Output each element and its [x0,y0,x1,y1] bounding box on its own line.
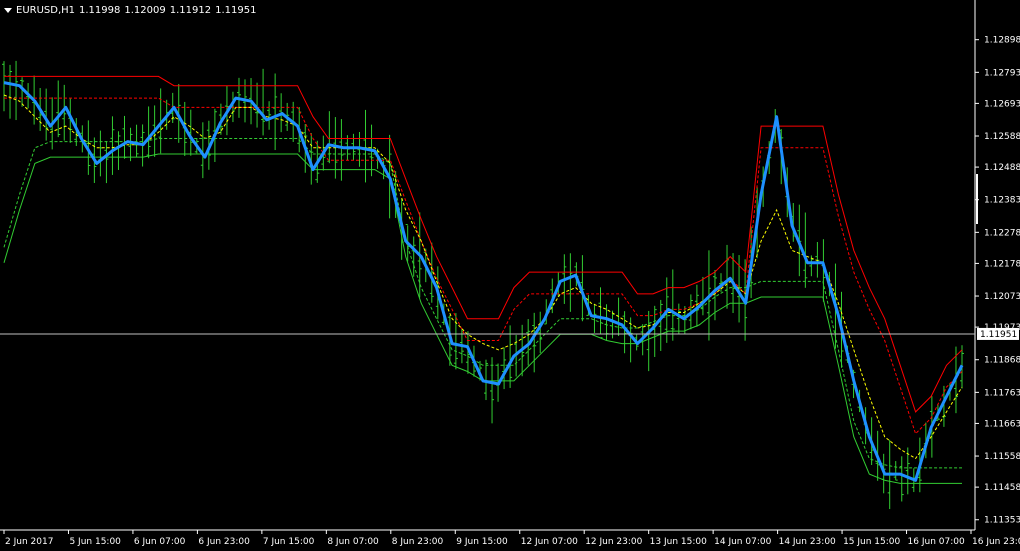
time-tick-label: 8 Jun 07:00 [327,537,379,547]
price-tick-label: 1.12693 [984,99,1020,109]
time-tick-label: 16 Jun 07:00 [908,537,965,547]
close-price: 1.11951 [215,4,257,16]
high-price: 1.12009 [124,4,166,16]
time-tick-label: 12 Jun 07:00 [521,537,578,547]
low-price: 1.11912 [169,4,212,16]
time-tick-label: 13 Jun 15:00 [650,537,707,547]
price-tick-label: 1.11458 [984,483,1020,493]
time-tick-label: 12 Jun 23:00 [585,537,642,547]
price-chart[interactable]: 1.11951 1.12898 1.12793 1.12693 1.12588 1.12… [0,0,1020,551]
price-tick-label: 1.12278 [984,228,1020,238]
open-price: 1.11998 [79,4,121,16]
price-axis-scale-handle[interactable] [976,174,978,224]
price-tick-label: 1.12383 [984,196,1020,206]
time-tick-label: 16 Jun 23:00 [972,537,1020,547]
time-tick-label: 15 Jun 15:00 [843,537,900,547]
price-tick-label: 1.11868 [984,356,1020,366]
time-tick-label: 14 Jun 07:00 [714,537,771,547]
time-tick-label: 6 Jun 07:00 [134,537,186,547]
price-tick-label: 1.12898 [984,36,1020,46]
symbol-label: EURUSD,H1 [16,4,76,16]
time-tick-label: 7 Jun 15:00 [263,537,315,547]
price-tick-label: 1.12073 [984,292,1020,302]
triangle-down-icon[interactable] [4,8,12,13]
time-tick-label: 5 Jun 15:00 [69,537,121,547]
price-tick-label: 1.11558 [984,452,1020,462]
price-tick-label: 1.12488 [984,163,1020,173]
price-tick-label: 1.12588 [984,132,1020,142]
price-tick-label: 1.11973 [984,323,1020,333]
time-tick-label: 2 Jun 2017 [5,537,53,547]
price-tick-label: 1.11663 [984,419,1020,429]
symbol-header[interactable]: EURUSD,H1 1.11998 1.12009 1.11912 1.1195… [4,3,256,17]
price-tick-label: 1.12178 [984,259,1020,269]
time-tick-label: 6 Jun 23:00 [198,537,250,547]
time-tick-label: 14 Jun 23:00 [779,537,836,547]
price-tick-label: 1.11353 [984,516,1020,526]
time-tick-label: 9 Jun 15:00 [456,537,508,547]
time-tick-label: 8 Jun 23:00 [392,537,444,547]
price-tick-label: 1.11763 [984,388,1020,398]
price-tick-label: 1.12793 [984,68,1020,78]
